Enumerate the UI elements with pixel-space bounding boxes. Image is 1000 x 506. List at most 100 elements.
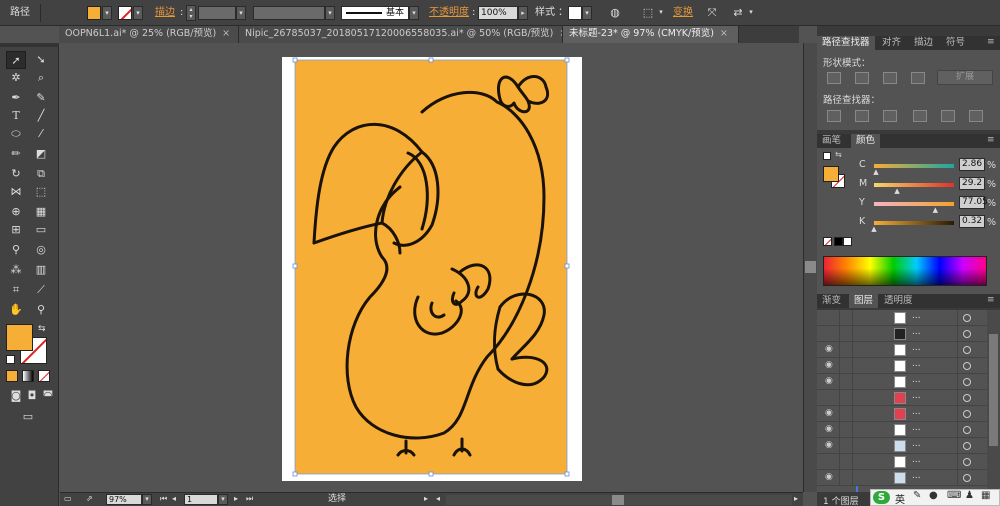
merge-icon[interactable]	[883, 110, 897, 122]
lock-toggle[interactable]	[839, 406, 853, 421]
user-icon[interactable]: ♟	[965, 490, 974, 501]
visibility-eye-icon[interactable]: ◉	[825, 360, 833, 370]
panel-menu-icon[interactable]: ≡	[987, 135, 995, 145]
layer-row[interactable]: ◉...	[817, 406, 987, 422]
target-circle-icon[interactable]	[963, 378, 971, 386]
trim-icon[interactable]	[855, 110, 869, 122]
layer-row[interactable]: ◉...	[817, 470, 987, 486]
target-circle-icon[interactable]	[963, 314, 971, 322]
horizontal-scrollbar[interactable]	[446, 495, 792, 505]
divide-icon[interactable]	[827, 110, 841, 122]
vertical-scrollbar[interactable]	[803, 43, 817, 492]
magenta-value-field[interactable]: 29.2	[959, 177, 985, 190]
tab-brushes[interactable]: 画笔	[817, 134, 846, 148]
paintbrush-tool-icon[interactable]: ⁄	[31, 125, 51, 143]
stroke-weight-field[interactable]	[198, 6, 236, 20]
lock-toggle[interactable]	[839, 374, 853, 389]
color-spectrum[interactable]	[823, 256, 987, 286]
first-artboard-icon[interactable]: ⏮	[160, 494, 167, 504]
scroll-thumb[interactable]	[612, 495, 624, 505]
visibility-eye-icon[interactable]: ◉	[825, 376, 833, 386]
next-artboard-icon[interactable]: ▸	[234, 494, 238, 503]
stroke-color-swatch[interactable]	[118, 6, 132, 20]
minus-back-icon[interactable]	[969, 110, 983, 122]
lock-toggle[interactable]	[839, 390, 853, 405]
slice-tool-icon[interactable]: ⟋	[31, 281, 51, 299]
opacity-field[interactable]: 100%	[478, 6, 518, 20]
variable-width-field[interactable]	[253, 6, 325, 20]
opacity-link[interactable]: 不透明度	[429, 0, 469, 26]
zoom-field[interactable]: 97%	[106, 494, 142, 505]
target-circle-icon[interactable]	[963, 474, 971, 482]
align-dropdown[interactable]: ▾	[656, 6, 666, 20]
line-tool-icon[interactable]: ╱	[31, 107, 51, 125]
eyedropper-tool-icon[interactable]: ⚲	[6, 241, 26, 259]
target-circle-icon[interactable]	[963, 346, 971, 354]
crop-icon[interactable]	[913, 110, 927, 122]
layer-row[interactable]: ◉...	[817, 438, 987, 454]
layer-row[interactable]: ...	[817, 454, 987, 470]
graphic-style-swatch[interactable]	[568, 6, 582, 20]
magic-wand-tool-icon[interactable]: ✲	[6, 69, 26, 87]
lasso-tool-icon[interactable]: ⌕	[31, 69, 51, 87]
align-icon[interactable]: ⬚	[640, 5, 656, 21]
brush-profile-field[interactable]: 基本	[341, 6, 409, 20]
layer-row[interactable]: ...	[817, 326, 987, 342]
layer-row[interactable]: ◉...	[817, 422, 987, 438]
type-tool-icon[interactable]: T	[6, 107, 26, 125]
yellow-value-field[interactable]: 77.05	[959, 196, 988, 209]
gradient-mode-icon[interactable]	[22, 370, 34, 382]
visibility-eye-icon[interactable]: ◉	[825, 440, 833, 450]
artboard-tool-icon[interactable]: ⌗	[6, 281, 26, 299]
tab-layers[interactable]: 图层	[849, 294, 879, 308]
default-colors-icon[interactable]	[6, 355, 15, 364]
toolbox-icon[interactable]: ▦	[981, 490, 990, 501]
scale-tool-icon[interactable]: ⧉	[31, 165, 51, 183]
tab-align[interactable]: 对齐	[877, 36, 906, 50]
layer-row[interactable]: ...	[817, 310, 987, 326]
scroll-thumb[interactable]	[805, 261, 816, 273]
target-circle-icon[interactable]	[963, 330, 971, 338]
hand-tool-icon[interactable]: ✋	[6, 301, 26, 319]
fill-swatch[interactable]	[6, 324, 33, 351]
cyan-slider-track[interactable]	[874, 164, 954, 168]
target-circle-icon[interactable]	[963, 362, 971, 370]
scroll-left-icon[interactable]: ◂	[436, 494, 440, 503]
rotate-tool-icon[interactable]: ↻	[6, 165, 26, 183]
zoom-dropdown[interactable]: ▾	[142, 494, 152, 505]
target-circle-icon[interactable]	[963, 442, 971, 450]
none-mode-icon[interactable]	[38, 370, 50, 382]
tab-transparency[interactable]: 透明度	[879, 294, 918, 308]
scroll-right-icon[interactable]: ▸	[794, 494, 798, 503]
share-icon[interactable]: ⇗	[86, 494, 100, 505]
symbol-sprayer-tool-icon[interactable]: ⁂	[6, 261, 26, 279]
magenta-slider-handle[interactable]: ▲	[894, 187, 899, 195]
stroke-link[interactable]: 描边	[155, 0, 175, 26]
layer-row[interactable]: ◉...	[817, 358, 987, 374]
layer-row[interactable]: ...	[817, 390, 987, 406]
width-tool-icon[interactable]: ⋈	[6, 183, 26, 201]
none-color-icon[interactable]	[823, 237, 832, 246]
black-value-field[interactable]: 0.32	[959, 215, 985, 228]
lock-toggle[interactable]	[839, 470, 853, 485]
stroke-weight-dropdown[interactable]: ▾	[236, 6, 246, 20]
expand-button[interactable]: 扩展	[937, 70, 993, 85]
column-graph-tool-icon[interactable]: ▥	[31, 261, 51, 279]
tab-pathfinder[interactable]: 路径查找器	[817, 36, 875, 50]
flip-icon[interactable]: ⇄	[730, 5, 746, 21]
visibility-eye-icon[interactable]: ◉	[825, 472, 833, 482]
intersect-icon[interactable]	[883, 72, 897, 84]
cyan-value-field[interactable]: 2.86	[959, 158, 985, 171]
voice-icon[interactable]: ●	[929, 490, 938, 501]
ime-toolbar[interactable]: S 英 ✎ ● ⌨ ♟ ▦	[870, 489, 1000, 506]
close-icon[interactable]: ×	[720, 28, 728, 39]
target-circle-icon[interactable]	[963, 410, 971, 418]
close-icon[interactable]: ×	[222, 28, 230, 39]
lock-toggle[interactable]	[839, 422, 853, 437]
layer-row[interactable]: ◉...	[817, 342, 987, 358]
minus-front-icon[interactable]	[855, 72, 869, 84]
unite-icon[interactable]	[827, 72, 841, 84]
black-slider-handle[interactable]: ▲	[871, 225, 876, 233]
white-color-icon[interactable]	[843, 237, 852, 246]
last-artboard-icon[interactable]: ⏭	[246, 494, 253, 504]
